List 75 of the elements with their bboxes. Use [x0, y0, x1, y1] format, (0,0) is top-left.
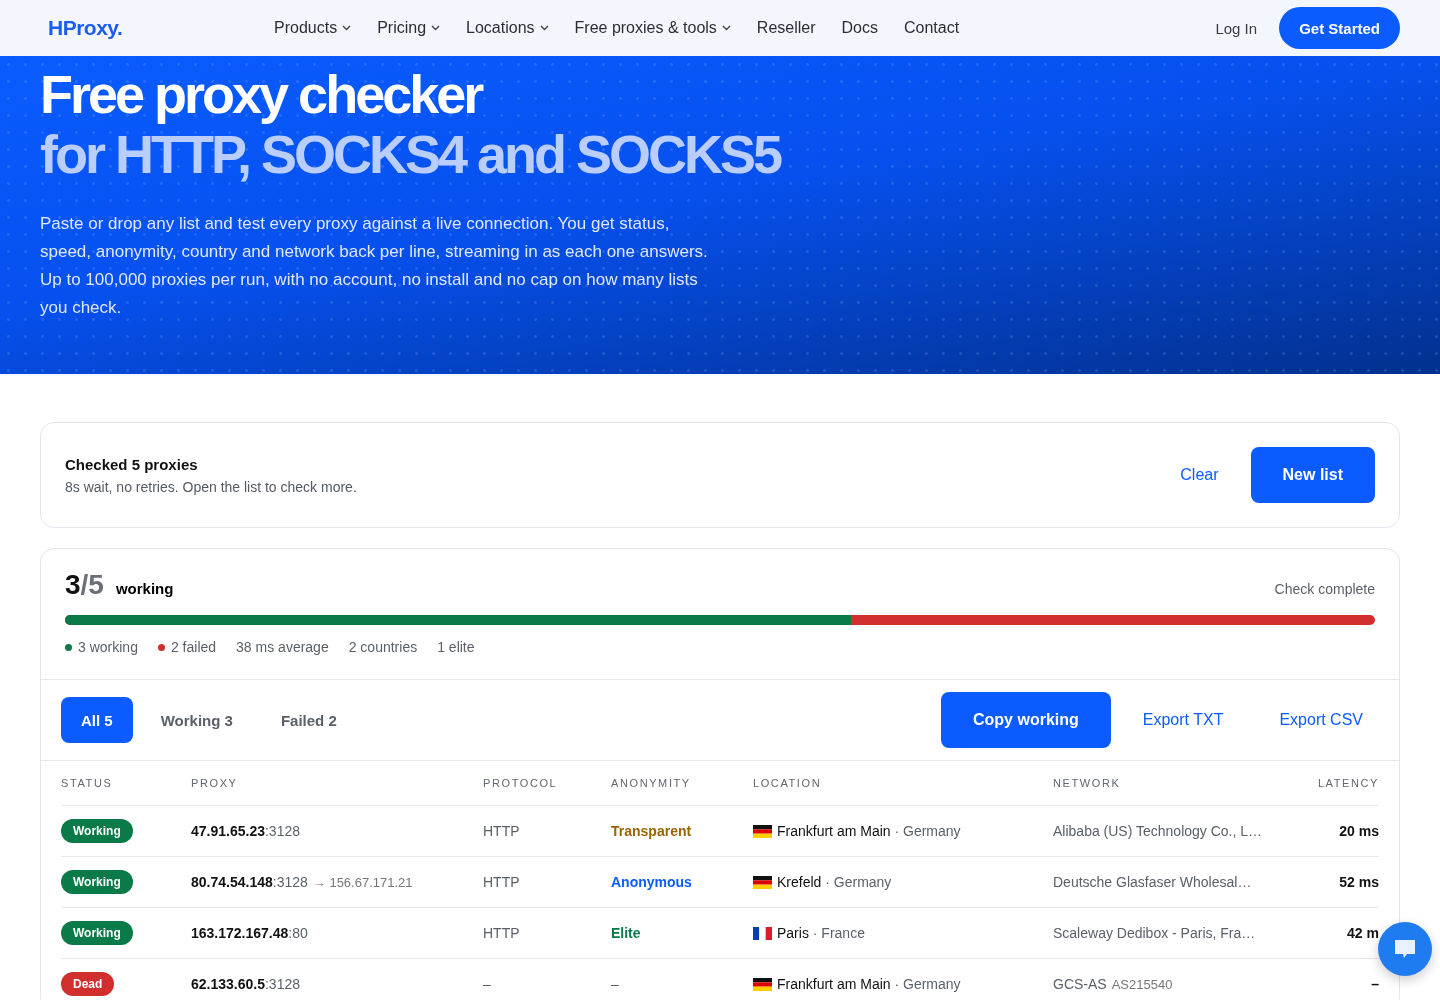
login-link[interactable]: Log In — [1215, 19, 1258, 37]
nav-link[interactable]: Contact — [903, 19, 960, 37]
summary-subtitle: 8s wait, no retries. Open the list to check more. — [65, 478, 358, 495]
check-status: Check complete — [1274, 581, 1375, 597]
filter-tab[interactable]: All 5 — [61, 697, 133, 743]
stat-text: 2 failed — [170, 639, 217, 655]
stat-text: 3 working — [78, 639, 138, 655]
column-header: PROTOCOL — [483, 777, 558, 789]
copy-working-button[interactable]: Copy working — [941, 692, 1111, 748]
latency-value: 20 ms — [1339, 823, 1379, 839]
network-name: GCS-AS — [1053, 976, 1107, 992]
proxy-address: 163.172.167.48:80 — [191, 925, 308, 941]
proxy-address: 47.91.65.23:3128 — [191, 823, 300, 839]
stat-text: 1 elite — [437, 639, 475, 655]
export-txt-button[interactable]: Export TXT — [1126, 700, 1240, 740]
column-header: PROXY — [191, 777, 238, 789]
proxy-address: 80.74.54.148:3128 — [191, 874, 308, 890]
nav-link[interactable]: Pricing — [377, 19, 441, 37]
status-badge: Working — [61, 921, 133, 945]
latency-value: – — [1371, 976, 1379, 992]
network-name: Alibaba (US) Technology Co., L… — [1053, 823, 1263, 839]
flag-icon — [753, 824, 772, 838]
protocol-text: HTTP — [483, 823, 520, 839]
network-name: Scaleway Dedibox - Paris, Fra… — [1053, 925, 1256, 941]
location-text: Frankfurt am Main · Germany — [777, 823, 961, 839]
working-label: working — [115, 580, 175, 597]
anonymity-level: Anonymous — [611, 874, 692, 890]
column-header: STATUS — [61, 777, 113, 789]
chat-bubble-icon — [1393, 938, 1417, 960]
logo[interactable]: HProxy. — [48, 16, 274, 40]
column-header: LATENCY — [1317, 777, 1379, 789]
anonymity-level: – — [611, 976, 619, 992]
flag-icon — [753, 926, 772, 940]
stat-text: 38 ms average — [236, 639, 329, 655]
latency-value: 42 m — [1347, 925, 1379, 941]
get-started-button[interactable]: Get Started — [1279, 7, 1400, 49]
chat-button[interactable] — [1378, 922, 1432, 976]
summary-title: Checked 5 proxies — [65, 455, 199, 473]
hero-title: Free proxy checker — [40, 64, 483, 124]
clear-button[interactable]: Clear — [1164, 455, 1235, 495]
latency-value: 52 ms — [1339, 874, 1379, 890]
protocol-text: – — [483, 976, 491, 992]
new-list-button[interactable]: New list — [1250, 447, 1375, 503]
nav-link[interactable]: Free proxies & tools — [574, 19, 731, 37]
status-badge: Dead — [61, 972, 115, 996]
working-count: 3 — [65, 569, 81, 601]
nav-link[interactable]: Products — [274, 19, 352, 37]
status-badge: Working — [61, 870, 133, 894]
export-csv-button[interactable]: Export CSV — [1263, 700, 1379, 740]
nav-link[interactable]: Reseller — [756, 19, 816, 37]
flag-icon — [753, 875, 772, 889]
anonymity-level: Transparent — [611, 823, 692, 839]
status-badge: Working — [61, 819, 133, 843]
hero-subtitle: for HTTP, SOCKS4 and SOCKS5 — [40, 124, 782, 184]
flag-icon — [753, 977, 772, 991]
column-header: NETWORK — [1053, 777, 1121, 789]
network-name: Deutsche Glasfaser Wholesal… — [1053, 874, 1252, 890]
filter-tab[interactable]: Working 3 — [140, 697, 253, 743]
location-text: Krefeld · Germany — [777, 874, 892, 890]
location-text: Frankfurt am Main · Germany — [777, 976, 961, 992]
hero-description: Paste or drop any list and test every proxy against a live connection. You get status, speed, anonymity, country and network back per line, streaming in as each one answers. Up to 100,000 proxies per run, with no account, no install and no cap on how many lists you check. — [40, 213, 709, 319]
nav-link[interactable]: Locations — [466, 19, 549, 37]
column-header: ANONYMITY — [611, 777, 691, 789]
location-text: Paris · France — [777, 925, 865, 941]
asn-text: AS215540 — [1111, 976, 1173, 992]
total-count: /5 — [80, 569, 104, 601]
protocol-text: HTTP — [483, 874, 520, 890]
nav-link[interactable]: Docs — [841, 19, 878, 37]
proxy-address: 62.133.60.5:3128 — [191, 976, 300, 992]
column-header: LOCATION — [753, 777, 822, 789]
exit-ip: → 156.67.171.21 — [312, 874, 413, 890]
anonymity-level: Elite — [611, 925, 641, 941]
protocol-text: HTTP — [483, 925, 520, 941]
filter-tab[interactable]: Failed 2 — [260, 697, 357, 743]
stat-text: 2 countries — [348, 639, 418, 655]
